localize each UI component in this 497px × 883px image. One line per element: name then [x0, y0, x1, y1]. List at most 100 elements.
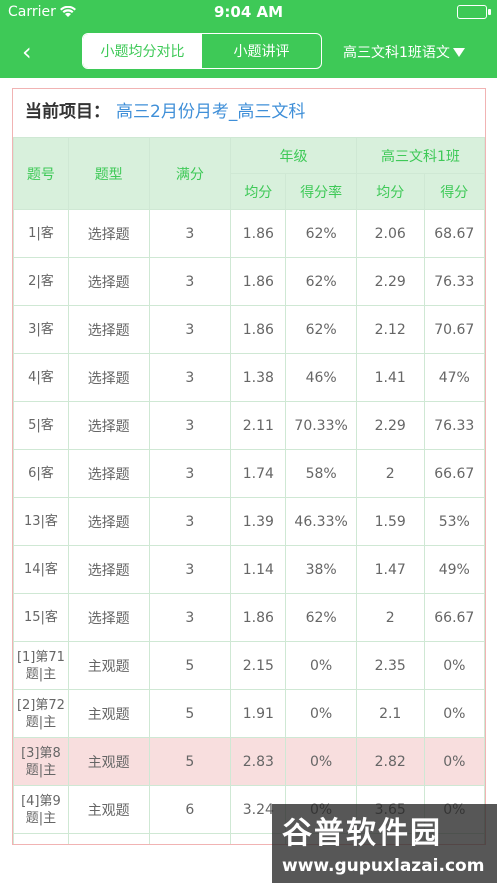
cell-class-rate: 70.67	[423, 305, 485, 354]
cell-class-avg: 2.12	[355, 305, 425, 354]
project-name: 高三2月份月考_高三文科	[116, 102, 306, 122]
segmented-control: 小题均分对比 小题讲评	[82, 33, 322, 69]
cell-qno: 14|客	[13, 545, 69, 594]
tab-review[interactable]: 小题讲评	[202, 34, 321, 68]
table-row: 14|客 选择题 3 1.14 38% 1.47 49%	[13, 545, 485, 594]
cell-full: 3	[148, 401, 232, 450]
header-type: 题型	[67, 137, 150, 210]
tab-avg-compare[interactable]: 小题均分对比	[83, 34, 202, 68]
cell-class-avg: 2.35	[355, 641, 425, 690]
cell-grade-rate: 58%	[285, 449, 357, 498]
cell-full: 3	[148, 209, 232, 258]
table-row: 15|客 选择题 3 1.86 62% 2 66.67	[13, 593, 485, 642]
cell-type: 选择题	[67, 545, 150, 594]
cell-grade-avg: 1.38	[230, 353, 287, 402]
cell-grade-avg: 1.86	[230, 209, 287, 258]
cell-class-rate: 68.67	[423, 209, 485, 258]
cell-grade-avg: 1.74	[230, 449, 287, 498]
cell-class-rate: 53%	[423, 497, 485, 546]
cell-class-avg: 2.29	[355, 401, 425, 450]
cell-class-avg: 2	[355, 593, 425, 642]
cell-full: 5	[148, 737, 232, 786]
cell-class-rate: 76.33	[423, 401, 485, 450]
table-row: 1|客 选择题 3 1.86 62% 2.06 68.67	[13, 209, 485, 258]
cell-qno: [2]第72题|主	[13, 689, 69, 738]
clock: 9:04 AM	[213, 3, 284, 21]
table-row: 5|客 选择题 3 2.11 70.33% 2.29 76.33	[13, 401, 485, 450]
header-class-avg: 均分	[355, 173, 425, 210]
header-grade: 年级	[230, 137, 357, 174]
cell-type: 选择题	[67, 401, 150, 450]
cell-qno: [4]第9题|主	[13, 785, 69, 834]
cell-full: 3	[148, 257, 232, 306]
project-label: 当前项目：	[25, 102, 110, 122]
cell-type: 选择题	[67, 353, 150, 402]
cell-class-avg: 2.82	[355, 737, 425, 786]
cell-class-rate: 66.67	[423, 593, 485, 642]
cell-type: 选择题	[67, 449, 150, 498]
cell-full: 3	[148, 449, 232, 498]
cell-grade-rate: 62%	[285, 305, 357, 354]
cell-grade-rate: 0%	[285, 737, 357, 786]
cell-qno: [3]第8题|主	[13, 737, 69, 786]
cell-full: 3	[148, 353, 232, 402]
cell-class-avg: 1.47	[355, 545, 425, 594]
cell-grade-avg: 1.39	[230, 497, 287, 546]
header-class-rate: 得分	[423, 173, 485, 210]
cell-grade-rate: 0%	[285, 689, 357, 738]
cell-class-avg: 2.1	[355, 689, 425, 738]
cell-grade-avg: 1.14	[230, 545, 287, 594]
cell-class-avg: 2.06	[355, 209, 425, 258]
cell-qno: 1|客	[13, 209, 69, 258]
cell-grade-rate: 38%	[285, 545, 357, 594]
cell-qno: 6|客	[13, 449, 69, 498]
cell-class-rate: 66.67	[423, 449, 485, 498]
cell-full: 3	[148, 545, 232, 594]
back-chevron-icon[interactable]: ‹	[22, 38, 32, 66]
cell-class-avg: 1.41	[355, 353, 425, 402]
cell-full: 3	[148, 593, 232, 642]
cell-grade-avg: 1.86	[230, 305, 287, 354]
cell-type: 选择题	[67, 257, 150, 306]
cell-class-avg: 1.59	[355, 497, 425, 546]
cell-full: 3	[148, 497, 232, 546]
cell-class-rate: 47%	[423, 353, 485, 402]
cell-grade-avg: 2.83	[230, 737, 287, 786]
cell-type: 主观题	[67, 689, 150, 738]
cell-grade-rate: 62%	[285, 257, 357, 306]
content-panel: 当前项目： 高三2月份月考_高三文科 题号 题型 满分 年级 高三文科1班 均分 …	[12, 88, 486, 845]
cell-grade-rate: 62%	[285, 209, 357, 258]
score-table: 题号 题型 满分 年级 高三文科1班 均分 得分率 均分 得分 1|客 选择题 3 1…	[13, 137, 485, 844]
header-full: 满分	[148, 137, 232, 210]
subject-selector[interactable]: 高三文科1班语文	[343, 42, 465, 62]
cell-qno: 5|客	[13, 401, 69, 450]
header-grade-rate: 得分率	[285, 173, 357, 210]
table-row: [2]第72题|主 主观题 5 1.91 0% 2.1 0%	[13, 689, 485, 738]
cell-grade-avg: 2.15	[230, 641, 287, 690]
cell-qno: 3|客	[13, 305, 69, 354]
header-grade-avg: 均分	[230, 173, 287, 210]
cell-grade-rate: 46%	[285, 353, 357, 402]
battery-icon	[457, 5, 491, 19]
cell-type: 选择题	[67, 209, 150, 258]
cell-qno: [1]第71题|主	[13, 641, 69, 690]
watermark-title: 谷普软件园	[282, 816, 442, 851]
status-bar: Carrier 9:04 AM	[0, 0, 497, 24]
cell-type: 主观题	[67, 785, 150, 834]
table-row: 4|客 选择题 3 1.38 46% 1.41 47%	[13, 353, 485, 402]
table-row: 3|客 选择题 3 1.86 62% 2.12 70.67	[13, 305, 485, 354]
header-class: 高三文科1班	[355, 137, 485, 174]
cell-class-avg: 2.29	[355, 257, 425, 306]
cell-qno: 15|客	[13, 593, 69, 642]
table-row: [3]第8题|主 主观题 5 2.83 0% 2.82 0%	[13, 737, 485, 786]
cell-qno: 2|客	[13, 257, 69, 306]
nav-bar: ‹ 小题均分对比 小题讲评 高三文科1班语文	[0, 24, 497, 78]
table-row: 2|客 选择题 3 1.86 62% 2.29 76.33	[13, 257, 485, 306]
cell-grade-rate: 62%	[285, 593, 357, 642]
cell-grade-rate: 70.33%	[285, 401, 357, 450]
cell-type: 主观题	[67, 737, 150, 786]
cell-qno: 4|客	[13, 353, 69, 402]
cell-type: 主观题	[67, 641, 150, 690]
cell-class-rate: 0%	[423, 737, 485, 786]
cell-class-rate: 0%	[423, 689, 485, 738]
